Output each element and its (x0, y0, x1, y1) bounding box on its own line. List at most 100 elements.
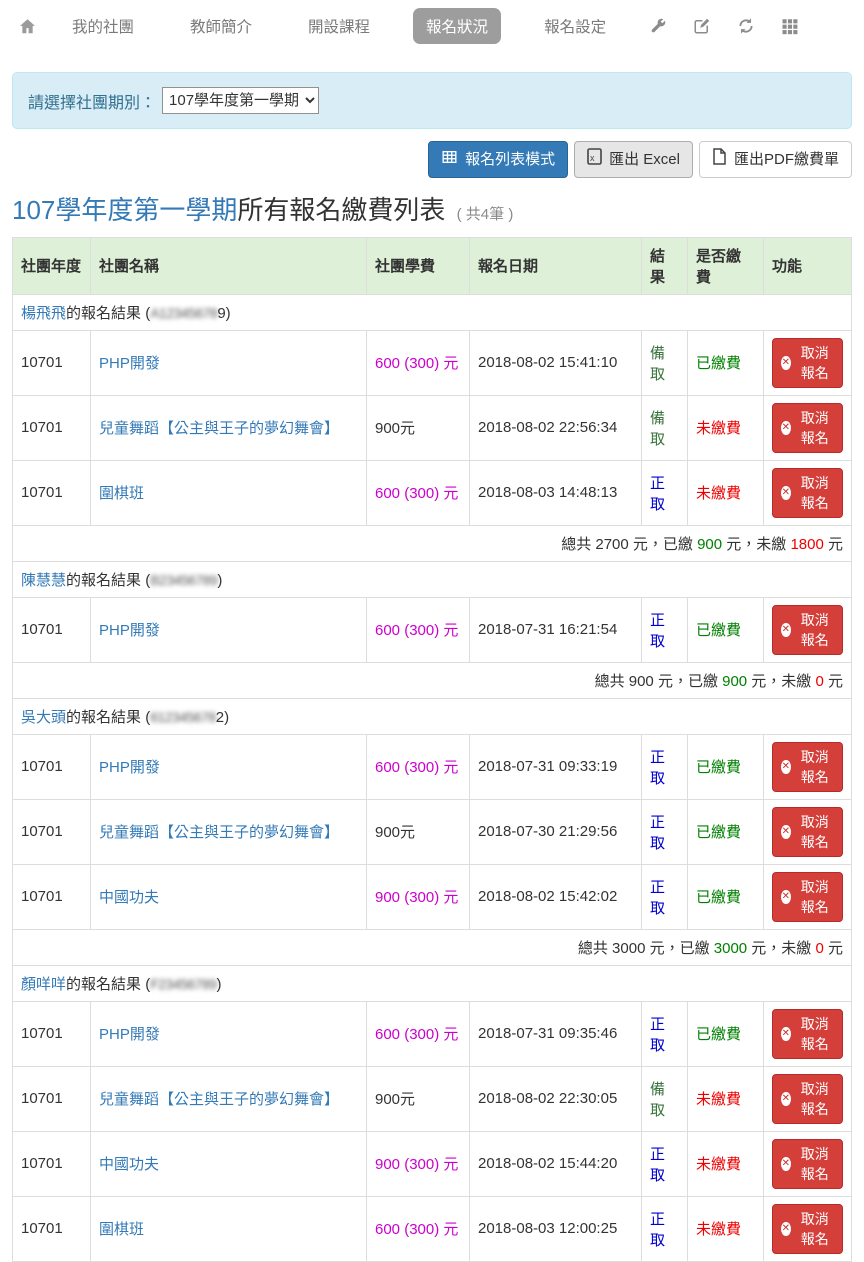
col-header-club-year: 社團年度 (13, 237, 91, 294)
wrench-icon[interactable] (649, 17, 667, 35)
group-summary-row: 總共 2700 元，已繳 900 元，未繳 1800 元 (13, 525, 852, 561)
cancel-registration-button[interactable]: ✕取消報名 (772, 742, 843, 792)
cancel-registration-label: 取消報名 (796, 610, 834, 650)
page-title-text: 所有報名繳費列表 (237, 195, 445, 225)
club-year-cell: 10701 (13, 1066, 91, 1131)
club-year-cell: 10701 (13, 330, 91, 395)
excel-file-icon: x (587, 148, 602, 171)
group-suffix-label: 的報名結果 (66, 305, 141, 322)
student-id-close: 9) (217, 305, 230, 322)
club-fee-cell: 600 (300) 元 (367, 1001, 470, 1066)
registration-table: 社團年度 社團名稱 社團學費 報名日期 結果 是否繳費 功能 楊飛飛的報名結果 … (12, 237, 852, 1262)
student-name-link[interactable]: 楊飛飛 (21, 305, 66, 322)
nav-registration-status[interactable]: 報名狀況 (413, 8, 501, 44)
group-suffix-label: 的報名結果 (66, 976, 141, 993)
student-id-masked: B23456789 (150, 572, 217, 588)
student-name-link[interactable]: 吳大頭 (21, 709, 66, 726)
nav-my-clubs[interactable]: 我的社團 (59, 8, 147, 44)
registration-row: 10701兒童舞蹈【公主與王子的夢幻舞會】900元2018-08-02 22:5… (13, 395, 852, 460)
club-fee-cell: 600 (300) 元 (367, 1196, 470, 1261)
club-name-link[interactable]: PHP開發 (99, 355, 160, 372)
registration-row: 10701兒童舞蹈【公主與王子的夢幻舞會】900元2018-08-02 22:3… (13, 1066, 852, 1131)
club-name-link[interactable]: 兒童舞蹈【公主與王子的夢幻舞會】 (99, 1091, 339, 1108)
result-cell: 正取 (642, 460, 688, 525)
cancel-registration-label: 取消報名 (796, 343, 834, 383)
col-header-reg-date: 報名日期 (470, 237, 642, 294)
result-badge: 正取 (650, 1016, 665, 1054)
club-fee-value: 600 (300) 元 (375, 759, 458, 776)
paid-cell: 已繳費 (688, 864, 764, 929)
club-year-cell: 10701 (13, 734, 91, 799)
actions-cell: ✕取消報名 (764, 1131, 852, 1196)
club-fee-cell: 600 (300) 元 (367, 330, 470, 395)
club-name-link[interactable]: PHP開發 (99, 622, 160, 639)
toolbar: 報名列表模式 x 匯出 Excel 匯出PDF繳費單 (0, 129, 864, 178)
club-name-link[interactable]: 中國功夫 (99, 1156, 159, 1173)
cancel-registration-label: 取消報名 (796, 877, 834, 917)
cancel-registration-button[interactable]: ✕取消報名 (772, 1139, 843, 1189)
group-summary-cell: 總共 2700 元，已繳 900 元，未繳 1800 元 (13, 525, 852, 561)
cancel-registration-button[interactable]: ✕取消報名 (772, 468, 843, 518)
club-name-cell: PHP開發 (91, 330, 367, 395)
club-fee-cell: 900 (300) 元 (367, 864, 470, 929)
club-fee-cell: 600 (300) 元 (367, 460, 470, 525)
cancel-registration-button[interactable]: ✕取消報名 (772, 1204, 843, 1254)
term-select[interactable]: 107學年度第一學期 (162, 87, 319, 114)
list-mode-button[interactable]: 報名列表模式 (428, 141, 568, 178)
nav-teacher-intro[interactable]: 教師簡介 (177, 8, 265, 44)
export-excel-button[interactable]: x 匯出 Excel (574, 141, 693, 178)
cancel-registration-label: 取消報名 (796, 812, 834, 852)
student-group-row: 楊飛飛的報名結果 (A123456789) (13, 294, 852, 330)
nav-registration-settings[interactable]: 報名設定 (531, 8, 619, 44)
result-cell: 正取 (642, 1131, 688, 1196)
club-name-link[interactable]: 兒童舞蹈【公主與王子的夢幻舞會】 (99, 824, 339, 841)
paid-cell: 未繳費 (688, 1066, 764, 1131)
club-name-link[interactable]: 中國功夫 (99, 889, 159, 906)
club-name-link[interactable]: 圍棋班 (99, 1221, 144, 1238)
club-name-link[interactable]: PHP開發 (99, 1026, 160, 1043)
club-name-link[interactable]: 圍棋班 (99, 485, 144, 502)
cancel-circle-x-icon: ✕ (781, 1222, 791, 1236)
actions-cell: ✕取消報名 (764, 799, 852, 864)
col-header-result: 結果 (642, 237, 688, 294)
nav-open-courses[interactable]: 開設課程 (295, 8, 383, 44)
club-name-link[interactable]: PHP開發 (99, 759, 160, 776)
student-name-link[interactable]: 陳慧慧 (21, 572, 66, 589)
term-filter-label: 請選擇社團期別： (28, 89, 156, 113)
cancel-registration-button[interactable]: ✕ 取消報名 (772, 605, 843, 655)
club-fee-cell: 900元 (367, 395, 470, 460)
grid-icon[interactable] (781, 17, 799, 35)
cancel-circle-x-icon: ✕ (781, 623, 791, 637)
export-pdf-button[interactable]: 匯出PDF繳費單 (699, 141, 852, 178)
cancel-registration-button[interactable]: ✕取消報名 (772, 872, 843, 922)
registration-row: 10701PHP開發600 (300) 元2018-08-02 15:41:10… (13, 330, 852, 395)
summary-paid-amount: 900 (697, 536, 722, 553)
edit-icon[interactable] (693, 17, 711, 35)
cancel-registration-button[interactable]: ✕取消報名 (772, 1074, 843, 1124)
refresh-icon[interactable] (737, 17, 755, 35)
club-name-cell: PHP開發 (91, 597, 367, 662)
result-badge: 正取 (650, 1211, 665, 1249)
group-summary-cell: 總共 3000 元，已繳 3000 元，未繳 0 元 (13, 929, 852, 965)
club-year-cell: 10701 (13, 1196, 91, 1261)
list-mode-label: 報名列表模式 (465, 149, 555, 170)
club-year-cell: 10701 (13, 799, 91, 864)
registration-row: 10701 PHP開發 600 (300) 元 2018-07-31 09:33:19… (13, 734, 852, 799)
club-name-link[interactable]: 兒童舞蹈【公主與王子的夢幻舞會】 (99, 420, 339, 437)
cancel-registration-button[interactable]: ✕取消報名 (772, 807, 843, 857)
page-title: 107學年度第一學期所有報名繳費列表 ( 共4筆 ) (12, 194, 852, 227)
registration-row: 10701中國功夫900 (300) 元2018-08-02 15:42:02正… (13, 864, 852, 929)
top-nav: 我的社團 教師簡介 開設課程 報名狀況 報名設定 (0, 0, 864, 52)
cancel-registration-button[interactable]: ✕取消報名 (772, 338, 843, 388)
reg-date-cell: 2018-07-30 21:29:56 (470, 799, 642, 864)
home-icon[interactable] (18, 17, 37, 36)
cancel-registration-button[interactable]: ✕取消報名 (772, 1009, 843, 1059)
student-id-masked: A12345678 (150, 305, 217, 321)
cancel-circle-x-icon: ✕ (781, 486, 791, 500)
student-id-open: ( (141, 709, 150, 726)
club-name-cell: 兒童舞蹈【公主與王子的夢幻舞會】 (91, 799, 367, 864)
club-fee-value: 900 (300) 元 (375, 889, 458, 906)
cancel-registration-button[interactable]: ✕取消報名 (772, 403, 843, 453)
student-name-link[interactable]: 顏咩咩 (21, 976, 66, 993)
reg-date-cell: 2018-07-31 09:33:19 (470, 734, 642, 799)
